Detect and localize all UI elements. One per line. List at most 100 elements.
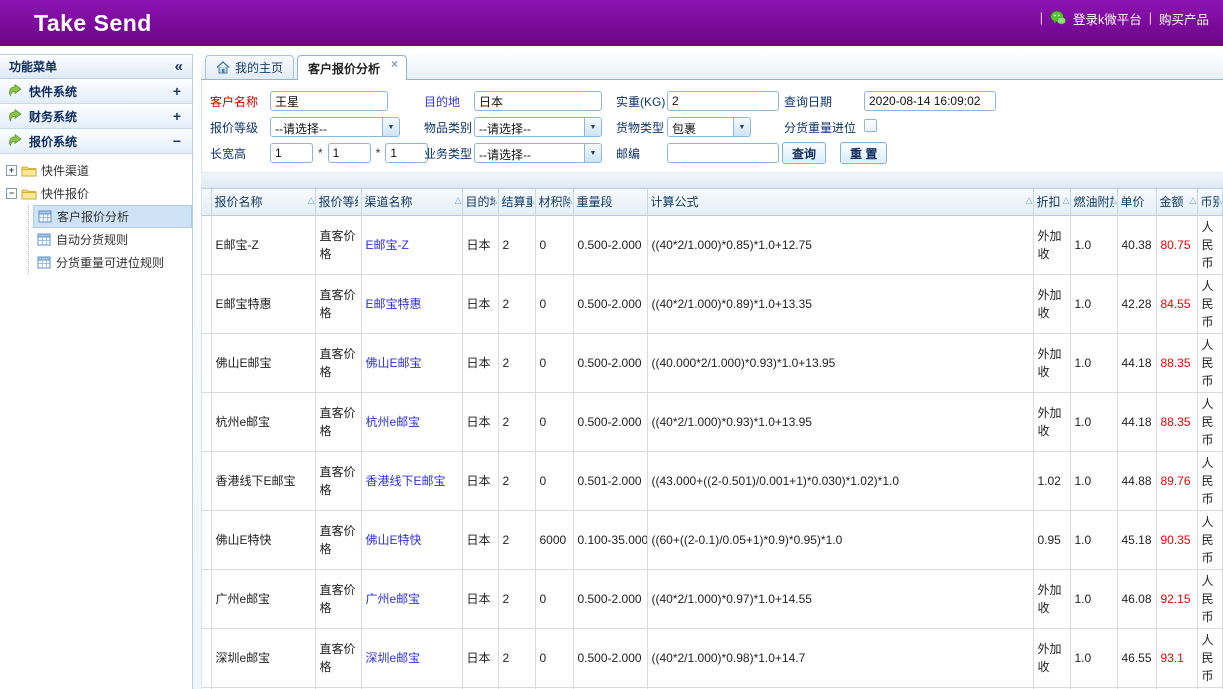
customer-name-input[interactable]	[270, 91, 388, 111]
buy-product-link[interactable]: 购买产品	[1159, 9, 1209, 28]
cell-volume: 0	[535, 569, 573, 628]
tree-node-express-channel[interactable]: + 快件渠道	[6, 159, 192, 182]
tree-leaf-split-weight-carry-rules[interactable]: 分货重量可进位规则	[33, 251, 192, 274]
search-button[interactable]: 查询	[782, 142, 826, 164]
collapse-minus-icon[interactable]: −	[171, 133, 183, 149]
sort-asc-icon[interactable]: △	[1026, 196, 1033, 205]
cell-channel[interactable]: 广州e邮宝	[361, 569, 462, 628]
panel-splitter[interactable]	[201, 172, 1223, 189]
cell-channel[interactable]: E邮宝特惠	[361, 274, 462, 333]
tree-leaf-auto-split-rules[interactable]: 自动分货规则	[33, 228, 192, 251]
item-category-select[interactable]: --请选择-- ▼	[474, 117, 602, 137]
chevron-down-icon[interactable]: ▼	[382, 118, 399, 136]
width-input[interactable]	[328, 143, 371, 163]
column-header-fuel[interactable]: 燃油附加△	[1070, 189, 1117, 215]
tab-my-homepage[interactable]: 我的主页	[205, 55, 294, 79]
sort-asc-icon[interactable]: △	[455, 196, 462, 205]
column-header-channel[interactable]: 渠道名称△	[361, 189, 462, 215]
collapse-sidebar-icon[interactable]: «	[175, 58, 183, 75]
cell-formula: ((40*2/1.000)*0.85)*1.0+12.75	[647, 215, 1033, 274]
table-header-row: 报价名称△报价等级渠道名称△目的地△结算重△材积除△重量段计算公式△折扣△燃油附…	[202, 189, 1223, 215]
reset-button[interactable]: 重 置	[840, 142, 887, 164]
destination-input[interactable]	[474, 91, 602, 111]
tree-collapse-icon[interactable]: −	[6, 188, 17, 199]
sidebar-item-quote-system[interactable]: 报价系统 −	[0, 129, 192, 154]
query-date-input[interactable]	[864, 91, 996, 111]
sort-asc-icon[interactable]: △	[1110, 196, 1117, 205]
column-header-formula[interactable]: 计算公式△	[647, 189, 1033, 215]
cargo-type-select[interactable]: 包裹 ▼	[667, 117, 751, 137]
column-header-dest[interactable]: 目的地△	[462, 189, 498, 215]
column-header-weight[interactable]: 重量段	[573, 189, 647, 215]
sort-asc-icon[interactable]: △	[1190, 196, 1197, 205]
sidebar-item-express-system[interactable]: 快件系统 +	[0, 79, 192, 104]
cell-channel[interactable]: 深圳e邮宝	[361, 628, 462, 687]
cell-dest: 日本	[462, 569, 498, 628]
table-row[interactable]: E邮宝-Z直客价格E邮宝-Z日本200.500-2.000((40*2/1.00…	[202, 215, 1223, 274]
table-row[interactable]: 佛山E邮宝直客价格佛山E邮宝日本200.500-2.000((40.000*2/…	[202, 333, 1223, 392]
expand-plus-icon[interactable]: +	[171, 108, 183, 124]
top-bar: Take Send | 登录k微平台 | 购买产品	[0, 0, 1223, 46]
actual-weight-input[interactable]	[667, 91, 779, 111]
sidebar-item-finance-system[interactable]: 财务系统 +	[0, 104, 192, 129]
length-input[interactable]	[270, 143, 313, 163]
green-arrow-icon	[7, 108, 23, 124]
cell-discount: 外加收	[1033, 215, 1070, 274]
tree-expand-icon[interactable]: +	[6, 165, 17, 176]
cell-sel	[202, 569, 211, 628]
column-header-unit[interactable]: 单价	[1117, 189, 1156, 215]
sidebar-item-label: 报价系统	[29, 133, 165, 150]
postcode-input[interactable]	[667, 143, 779, 163]
cell-currency: 人民币	[1197, 451, 1223, 510]
table-row[interactable]: 佛山E特快直客价格佛山E特快日本260000.100-35.000((60+((…	[202, 510, 1223, 569]
column-header-settle[interactable]: 结算重△	[498, 189, 535, 215]
sort-asc-icon[interactable]: △	[566, 196, 573, 205]
cell-weight: 0.500-2.000	[573, 628, 647, 687]
cell-currency: 人民币	[1197, 392, 1223, 451]
chevron-down-icon[interactable]: ▼	[584, 144, 601, 162]
quote-grade-select[interactable]: --请选择-- ▼	[270, 117, 400, 137]
cell-name: 香港线下E邮宝	[211, 451, 315, 510]
cell-fuel: 1.0	[1070, 333, 1117, 392]
expand-plus-icon[interactable]: +	[171, 83, 183, 99]
cell-grade: 直客价格	[315, 392, 361, 451]
business-type-label: 业务类型	[422, 145, 474, 162]
chevron-down-icon[interactable]: ▼	[733, 118, 750, 136]
split-weight-carry-checkbox[interactable]	[864, 119, 877, 132]
cell-channel[interactable]: 佛山E特快	[361, 510, 462, 569]
sort-asc-icon[interactable]: △	[308, 196, 315, 205]
tree-node-express-quote[interactable]: − 快件报价	[6, 182, 192, 205]
column-header-currency[interactable]: 币别△	[1197, 189, 1223, 215]
column-header-volume[interactable]: 材积除△	[535, 189, 573, 215]
cell-sel	[202, 215, 211, 274]
tab-customer-quote-analysis[interactable]: 客户报价分析 ×	[297, 55, 407, 80]
tree-leaf-customer-quote-analysis[interactable]: 客户报价分析	[33, 205, 192, 228]
column-header-name[interactable]: 报价名称△	[211, 189, 315, 215]
sort-asc-icon[interactable]: △	[491, 196, 498, 205]
chevron-down-icon[interactable]: ▼	[584, 118, 601, 136]
cell-channel[interactable]: 佛山E邮宝	[361, 333, 462, 392]
column-header-discount[interactable]: 折扣△	[1033, 189, 1070, 215]
select-value: 包裹	[668, 118, 733, 136]
table-row[interactable]: E邮宝特惠直客价格E邮宝特惠日本200.500-2.000((40*2/1.00…	[202, 274, 1223, 333]
cell-channel[interactable]: 香港线下E邮宝	[361, 451, 462, 510]
login-kwei-link[interactable]: 登录k微平台	[1073, 9, 1142, 28]
business-type-select[interactable]: --请选择-- ▼	[474, 143, 602, 163]
close-tab-icon[interactable]: ×	[391, 57, 398, 71]
column-header-amount[interactable]: 金额△	[1156, 189, 1197, 215]
sort-asc-icon[interactable]: △	[1063, 196, 1070, 205]
sort-asc-icon[interactable]: △	[1215, 196, 1222, 205]
cell-channel[interactable]: E邮宝-Z	[361, 215, 462, 274]
column-header-sel[interactable]	[202, 189, 211, 215]
cell-dest: 日本	[462, 274, 498, 333]
column-header-grade[interactable]: 报价等级	[315, 189, 361, 215]
cell-name: E邮宝-Z	[211, 215, 315, 274]
table-row[interactable]: 香港线下E邮宝直客价格香港线下E邮宝日本200.501-2.000((43.00…	[202, 451, 1223, 510]
sort-asc-icon[interactable]: △	[528, 196, 535, 205]
table-row[interactable]: 广州e邮宝直客价格广州e邮宝日本200.500-2.000((40*2/1.00…	[202, 569, 1223, 628]
select-value: --请选择--	[475, 144, 584, 162]
table-row[interactable]: 杭州e邮宝直客价格杭州e邮宝日本200.500-2.000((40*2/1.00…	[202, 392, 1223, 451]
table-row[interactable]: 深圳e邮宝直客价格深圳e邮宝日本200.500-2.000((40*2/1.00…	[202, 628, 1223, 687]
cell-discount: 外加收	[1033, 274, 1070, 333]
cell-channel[interactable]: 杭州e邮宝	[361, 392, 462, 451]
